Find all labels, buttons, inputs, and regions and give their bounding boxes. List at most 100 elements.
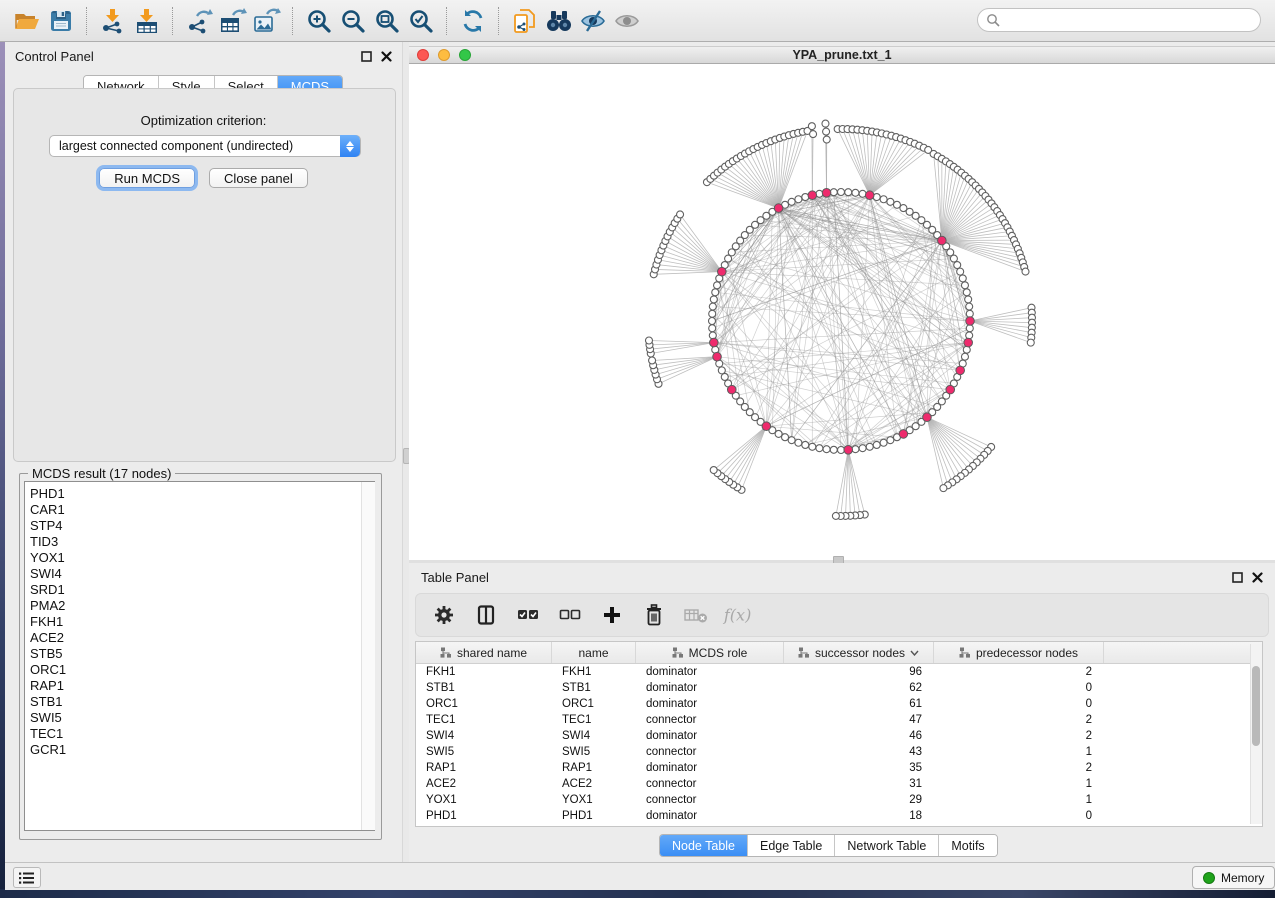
tab-network-table[interactable]: Network Table <box>835 835 939 856</box>
select-all-icon[interactable] <box>512 600 544 630</box>
column-header-predecessor-nodes[interactable]: predecessor nodes <box>934 642 1104 663</box>
open-folder-icon[interactable] <box>10 6 44 36</box>
save-icon[interactable] <box>44 6 78 36</box>
table-row[interactable]: STB1STB1dominator620 <box>416 680 1262 696</box>
cell-predecessor-nodes: 0 <box>934 682 1104 694</box>
table-row[interactable]: TEC1TEC1connector472 <box>416 712 1262 728</box>
import-network-icon[interactable] <box>96 6 130 36</box>
export-table-icon[interactable] <box>216 6 250 36</box>
mcds-result-item[interactable]: ORC1 <box>30 662 374 678</box>
cell-mcds-role: dominator <box>636 698 784 710</box>
mcds-result-item[interactable]: GCR1 <box>30 742 374 758</box>
float-table-panel-icon[interactable] <box>1232 572 1243 583</box>
mcds-result-item[interactable]: STB5 <box>30 646 374 662</box>
refresh-icon[interactable] <box>456 6 490 36</box>
find-icon[interactable] <box>542 6 576 36</box>
column-chooser-icon[interactable] <box>470 600 502 630</box>
mcds-result-item[interactable]: PHD1 <box>30 486 374 502</box>
cell-name: FKH1 <box>552 666 636 678</box>
deselect-all-icon[interactable] <box>554 600 586 630</box>
column-header-name[interactable]: name <box>552 642 636 663</box>
run-mcds-button[interactable]: Run MCDS <box>99 168 195 188</box>
hide-selected-icon[interactable] <box>576 6 610 36</box>
table-row[interactable]: PHD1PHD1dominator180 <box>416 808 1262 824</box>
table-row[interactable]: SWI4SWI4dominator462 <box>416 728 1262 744</box>
cell-shared-name: STB1 <box>416 682 552 694</box>
table-row[interactable]: ORC1ORC1dominator610 <box>416 696 1262 712</box>
mcds-result-item[interactable]: TEC1 <box>30 726 374 742</box>
import-table-icon[interactable] <box>130 6 164 36</box>
status-bar <box>5 862 1275 890</box>
optimization-criterion-select[interactable]: largest connected component (undirected) <box>49 135 361 157</box>
memory-button[interactable]: Memory <box>1192 866 1275 889</box>
cell-predecessor-nodes: 1 <box>934 778 1104 790</box>
zoom-selected-icon[interactable] <box>404 6 438 36</box>
table-row[interactable]: ACE2ACE2connector311 <box>416 776 1262 792</box>
attribute-icon <box>672 647 684 658</box>
mcds-result-item[interactable]: PMA2 <box>30 598 374 614</box>
mcds-list-scrollbar[interactable] <box>361 482 375 830</box>
mcds-result-item[interactable]: TID3 <box>30 534 374 550</box>
mcds-result-item[interactable]: SWI5 <box>30 710 374 726</box>
mcds-result-item[interactable]: RAP1 <box>30 678 374 694</box>
table-panel-tabs: Node Table Edge Table Network Table Moti… <box>659 834 998 857</box>
table-settings-icon[interactable] <box>428 600 460 630</box>
table-panel-header: Table Panel <box>409 563 1275 591</box>
task-history-button[interactable] <box>13 867 41 888</box>
tab-edge-table[interactable]: Edge Table <box>748 835 835 856</box>
column-header-shared-name[interactable]: shared name <box>416 642 552 663</box>
close-panel-button[interactable]: Close panel <box>209 168 308 188</box>
float-panel-icon[interactable] <box>361 51 372 62</box>
cell-mcds-role: dominator <box>636 666 784 678</box>
cell-shared-name: TEC1 <box>416 714 552 726</box>
zoom-fit-icon[interactable] <box>370 6 404 36</box>
zoom-in-icon[interactable] <box>302 6 336 36</box>
column-header-mcds-role[interactable]: MCDS role <box>636 642 784 663</box>
tab-motifs[interactable]: Motifs <box>939 835 996 856</box>
cell-name: YOX1 <box>552 794 636 806</box>
cell-shared-name: ACE2 <box>416 778 552 790</box>
cell-name: ORC1 <box>552 698 636 710</box>
search-input[interactable] <box>1000 12 1252 28</box>
close-panel-icon[interactable] <box>381 51 392 62</box>
table-scrollbar-thumb[interactable] <box>1252 666 1260 746</box>
cell-shared-name: SWI5 <box>416 746 552 758</box>
mcds-result-item[interactable]: STP4 <box>30 518 374 534</box>
show-all-icon <box>610 6 644 36</box>
export-image-icon[interactable] <box>250 6 284 36</box>
clone-network-icon[interactable] <box>508 6 542 36</box>
mcds-result-item[interactable]: STB1 <box>30 694 374 710</box>
mcds-result-item[interactable]: FKH1 <box>30 614 374 630</box>
cell-successor-nodes: 61 <box>784 698 934 710</box>
table-row[interactable]: FKH1FKH1dominator962 <box>416 664 1262 680</box>
tab-node-table[interactable]: Node Table <box>660 835 748 856</box>
table-row[interactable]: RAP1RAP1dominator352 <box>416 760 1262 776</box>
delete-table-icon <box>680 600 712 630</box>
close-table-panel-icon[interactable] <box>1252 572 1263 583</box>
cell-mcds-role: dominator <box>636 762 784 774</box>
cell-mcds-role: connector <box>636 778 784 790</box>
zoom-out-icon[interactable] <box>336 6 370 36</box>
add-row-icon[interactable] <box>596 600 628 630</box>
mcds-result-item[interactable]: SRD1 <box>30 582 374 598</box>
cell-mcds-role: dominator <box>636 810 784 822</box>
search-field[interactable] <box>977 8 1261 32</box>
mcds-result-item[interactable]: ACE2 <box>30 630 374 646</box>
attribute-icon <box>959 647 971 658</box>
network-window-titlebar[interactable]: YPA_prune.txt_1 <box>409 46 1275 64</box>
cell-shared-name: PHD1 <box>416 810 552 822</box>
sort-descending-icon <box>910 650 919 656</box>
mcds-result-item[interactable]: SWI4 <box>30 566 374 582</box>
mcds-result-item[interactable]: YOX1 <box>30 550 374 566</box>
node-table[interactable]: shared name name MCDS role successor nod… <box>415 641 1263 827</box>
delete-row-icon[interactable] <box>638 600 670 630</box>
mcds-result-item[interactable]: CAR1 <box>30 502 374 518</box>
column-header-successor-nodes[interactable]: successor nodes <box>784 642 934 663</box>
table-row[interactable]: YOX1YOX1connector291 <box>416 792 1262 808</box>
mcds-result-list[interactable]: PHD1CAR1STP4TID3YOX1SWI4SRD1PMA2FKH1ACE2… <box>24 481 375 831</box>
table-toolbar: f(x) <box>415 593 1269 637</box>
cell-predecessor-nodes: 0 <box>934 698 1104 710</box>
table-row[interactable]: SWI5SWI5connector431 <box>416 744 1262 760</box>
export-network-icon[interactable] <box>182 6 216 36</box>
network-canvas[interactable] <box>409 64 1275 560</box>
